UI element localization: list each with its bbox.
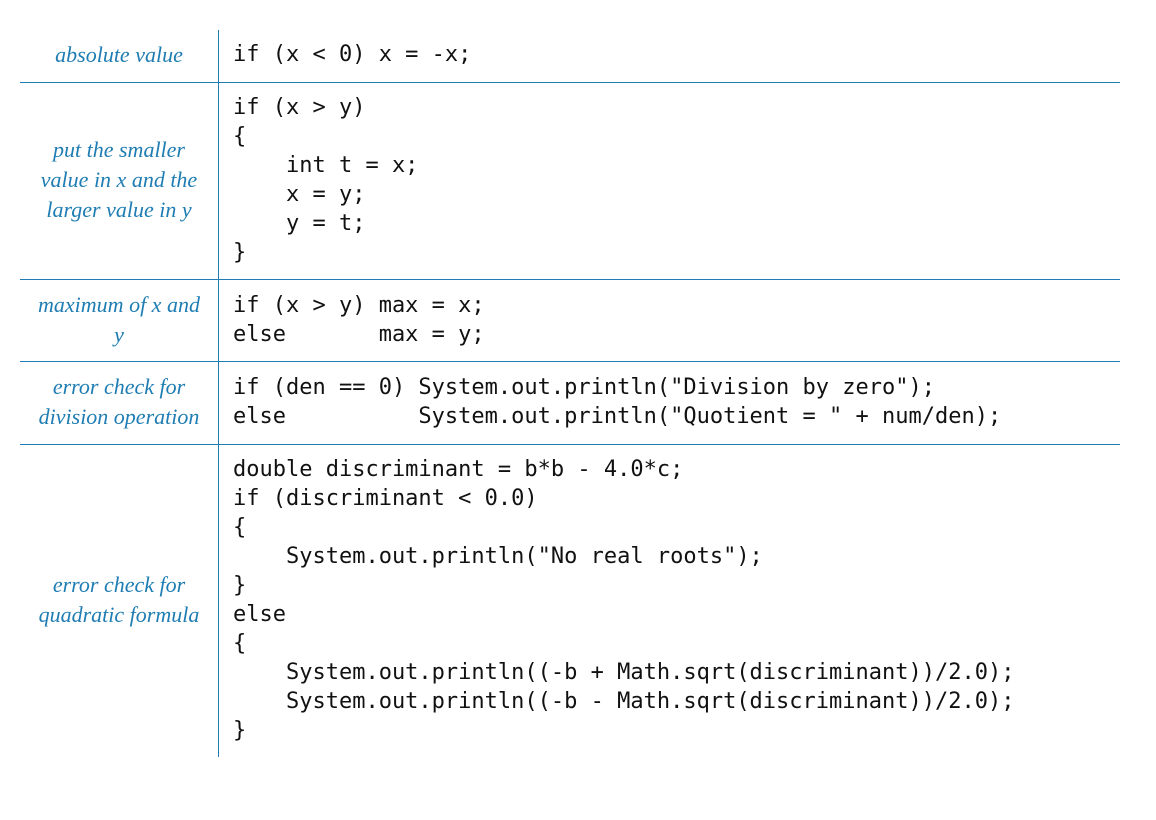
code-examples-table: absolute value if (x < 0) x = -x; put th…	[20, 30, 1120, 757]
row-label: maximum of x and y	[20, 279, 219, 361]
table-row: error check for quadratic formula double…	[20, 444, 1120, 757]
table-row: absolute value if (x < 0) x = -x;	[20, 30, 1120, 82]
row-code: if (x < 0) x = -x;	[219, 30, 1121, 82]
table-row: put the smaller value in x and the large…	[20, 82, 1120, 279]
row-label: put the smaller value in x and the large…	[20, 82, 219, 279]
row-code: if (x > y) { int t = x; x = y; y = t; }	[219, 82, 1121, 279]
row-label: error check for division operation	[20, 362, 219, 444]
row-code: if (den == 0) System.out.println("Divisi…	[219, 362, 1121, 444]
row-label: error check for quadratic formula	[20, 444, 219, 757]
row-label: absolute value	[20, 30, 219, 82]
row-code: if (x > y) max = x; else max = y;	[219, 279, 1121, 361]
row-code: double discriminant = b*b - 4.0*c; if (d…	[219, 444, 1121, 757]
table-row: error check for division operation if (d…	[20, 362, 1120, 444]
table-row: maximum of x and y if (x > y) max = x; e…	[20, 279, 1120, 361]
